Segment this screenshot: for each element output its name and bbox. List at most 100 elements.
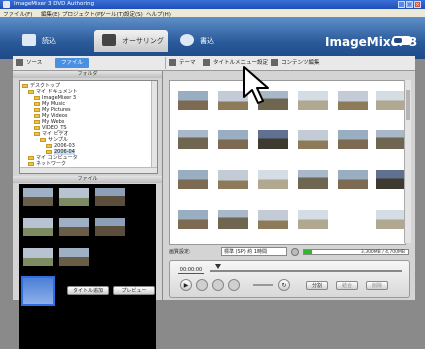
- capacity-fill: [304, 250, 313, 254]
- source-button[interactable]: ソース: [16, 58, 42, 68]
- source-icon: [16, 59, 23, 66]
- file-thumbnail[interactable]: [59, 188, 89, 206]
- stop-button[interactable]: [196, 279, 208, 291]
- computer-icon: [28, 155, 34, 160]
- play-button[interactable]: ▶: [180, 279, 192, 291]
- toolbar: ソース ファイル テーマ タイトルメニュー設定 コンテンツ編集: [13, 56, 415, 71]
- title-thumbnail[interactable]: [258, 170, 288, 189]
- camera-icon: [22, 34, 36, 46]
- app-icon: [3, 1, 10, 8]
- file-thumbnail[interactable]: [95, 188, 125, 206]
- folder-icon: [46, 143, 52, 148]
- tab-write[interactable]: 書込: [172, 30, 232, 52]
- folder-icon: [34, 119, 40, 124]
- file-thumbnail[interactable]: [59, 218, 89, 236]
- tree-hscrollbar[interactable]: [20, 167, 157, 173]
- title-thumbnail[interactable]: [338, 130, 368, 149]
- file-thumbnail[interactable]: [95, 218, 125, 236]
- title-thumbnail[interactable]: [218, 130, 248, 149]
- desktop-icon: [22, 83, 28, 88]
- capacity-text: 3,300MB / 4,700MB: [360, 250, 405, 255]
- seek-handle[interactable]: [215, 264, 221, 269]
- file-thumbnail[interactable]: [23, 248, 53, 266]
- file-thumbnail[interactable]: [23, 218, 53, 236]
- title-thumbnail[interactable]: [178, 210, 208, 229]
- tab-import[interactable]: 読込: [14, 30, 86, 52]
- loop-icon[interactable]: ↻: [278, 279, 290, 291]
- title-thumbnail[interactable]: [298, 210, 328, 229]
- file-thumbnail-selected[interactable]: [21, 276, 55, 306]
- maximize-button[interactable]: □: [406, 1, 413, 8]
- network-icon: [28, 161, 34, 166]
- title-thumbnail[interactable]: [218, 210, 248, 229]
- source-pane: フォルダ デスクトップ マイ ドキュメント ImageMixer 3 My Mu…: [13, 71, 162, 349]
- title-thumbnail[interactable]: [376, 130, 405, 149]
- rewind-button[interactable]: [212, 279, 224, 291]
- folder-icon: [34, 113, 40, 118]
- close-button[interactable]: ×: [414, 1, 421, 8]
- disc-status-icon: [291, 248, 299, 256]
- delete-button[interactable]: 削除: [366, 281, 388, 290]
- title-grid: [169, 80, 406, 245]
- toggle-icon: [392, 36, 412, 45]
- folder-icon: [34, 107, 40, 112]
- title-thumbnail[interactable]: [178, 130, 208, 149]
- title-thumbnail[interactable]: [178, 91, 208, 110]
- preview-player: 00:00:00 ▶ ↻ 分割 結合 削除: [169, 260, 410, 298]
- theme-button[interactable]: テーマ: [169, 58, 196, 68]
- folder-tree[interactable]: デスクトップ マイ ドキュメント ImageMixer 3 My Music M…: [19, 80, 158, 174]
- title-thumbnail[interactable]: [258, 210, 288, 229]
- file-thumbnails: [19, 184, 156, 349]
- seek-track[interactable]: [210, 270, 402, 272]
- title-thumbnail[interactable]: [178, 170, 208, 189]
- title-bar: ImageMixer 3 DVD Authoring _ □ ×: [0, 0, 425, 9]
- minimize-button[interactable]: _: [398, 1, 405, 8]
- mouse-cursor-icon: [243, 66, 269, 104]
- split-button[interactable]: 分割: [306, 281, 328, 290]
- folder-icon: [40, 137, 46, 142]
- contents-edit-button[interactable]: コンテンツ編集: [271, 58, 320, 68]
- quality-label: 画質設定:: [169, 249, 191, 255]
- folder-icon: [46, 149, 52, 154]
- toolbar-divider: [165, 57, 166, 69]
- folder-icon: [34, 131, 40, 136]
- title-thumbnail[interactable]: [218, 170, 248, 189]
- disc-icon: [180, 34, 194, 46]
- volume-slider[interactable]: [253, 284, 273, 286]
- file-button[interactable]: ファイル: [55, 58, 90, 68]
- window-title: ImageMixer 3 DVD Authoring: [14, 1, 95, 7]
- timecode: 00:00:00: [178, 267, 204, 274]
- tree-scrollbar[interactable]: [151, 81, 157, 173]
- authoring-pane: 画質設定: 標準 (SP) 約 1時間 3,300MB / 4,700MB 00…: [163, 71, 415, 300]
- title-thumbnail[interactable]: [376, 210, 405, 229]
- film-icon: [271, 59, 278, 66]
- title-thumbnail[interactable]: [338, 170, 368, 189]
- title-thumbnail[interactable]: [376, 91, 405, 110]
- quality-select[interactable]: 標準 (SP) 約 1時間: [221, 247, 287, 256]
- title-thumbnail[interactable]: [338, 91, 368, 110]
- menu-icon: [203, 59, 210, 66]
- folder-icon: [28, 89, 34, 94]
- merge-button[interactable]: 結合: [336, 281, 358, 290]
- quality-row: 画質設定: 標準 (SP) 約 1時間 3,300MB / 4,700MB: [163, 247, 415, 257]
- title-thumbnail[interactable]: [298, 170, 328, 189]
- title-thumbnail[interactable]: [298, 130, 328, 149]
- theme-icon: [169, 59, 176, 66]
- file-header: ファイル: [13, 176, 162, 183]
- title-thumbnail[interactable]: [298, 91, 328, 110]
- forward-button[interactable]: [228, 279, 240, 291]
- grid-scrollbar[interactable]: [404, 80, 411, 243]
- folder-icon: [34, 125, 40, 130]
- add-title-button[interactable]: タイトル追加: [67, 286, 109, 295]
- capacity-bar: 3,300MB / 4,700MB: [303, 249, 409, 255]
- scroll-thumb[interactable]: [406, 90, 410, 120]
- folder-icon: [34, 95, 40, 100]
- mode-header: 読込 オーサリング 書込 ImageMixer 3: [0, 17, 425, 59]
- preview-button[interactable]: プレビュー: [113, 286, 155, 295]
- tab-authoring[interactable]: オーサリング: [94, 30, 168, 52]
- title-thumbnail[interactable]: [258, 130, 288, 149]
- file-thumbnail[interactable]: [59, 248, 89, 266]
- file-thumbnail[interactable]: [23, 188, 53, 206]
- title-thumbnail[interactable]: [376, 170, 405, 189]
- folder-icon: [34, 101, 40, 106]
